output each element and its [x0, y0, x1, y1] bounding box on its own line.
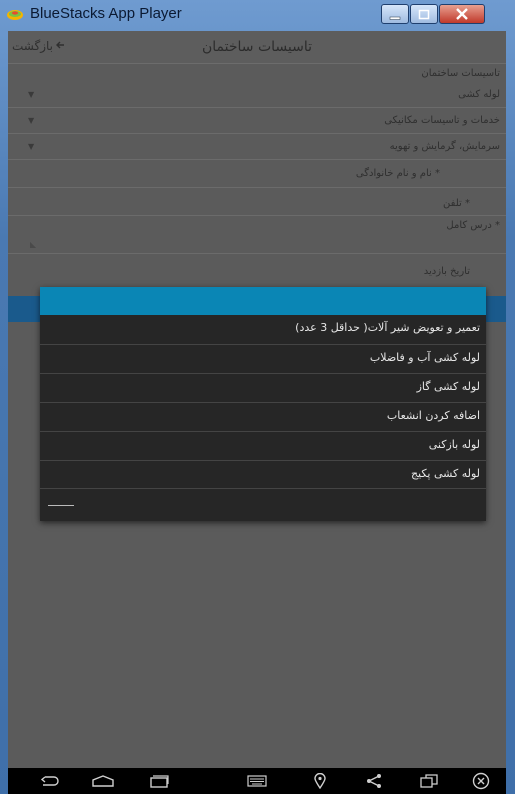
field-label: خدمات و تاسیسات مکانیکی [384, 115, 500, 126]
option-label: لوله کشی پکیج [410, 467, 480, 480]
field-visit-date-input[interactable]: تاریخ بازدید [8, 254, 506, 288]
field-label: نام و نام خانوادگی * [355, 168, 440, 179]
field-label: درس کامل * [446, 220, 500, 231]
dialog-option[interactable]: لوله کشی گاز [40, 373, 486, 402]
field-phone-input[interactable]: تلفن * [8, 188, 506, 216]
title-bar[interactable]: BlueStacks App Player [0, 0, 515, 30]
field-label: لوله کشی [458, 89, 500, 100]
dialog-option[interactable]: لوله کشی پکیج [40, 460, 486, 489]
recent-apps-icon[interactable] [144, 772, 174, 790]
section-header: تاسیسات ساختمان [8, 64, 506, 82]
home-icon[interactable] [88, 772, 118, 790]
action-bar: بازگشت تاسیسات ساختمان [8, 31, 506, 64]
resize-handle-icon: ◣ [30, 240, 37, 249]
android-screen: بازگشت تاسیسات ساختمان تاسیسات ساختمان ل… [8, 31, 506, 768]
share-icon[interactable] [364, 772, 384, 790]
field-label: تلفن * [443, 198, 470, 209]
section-label: تاسیسات ساختمان [421, 68, 500, 79]
window-frame: BlueStacks App Player بازگشت تاسیسات ساخ… [0, 0, 515, 794]
dialog-header [40, 287, 486, 315]
field-mechanical-dropdown[interactable]: خدمات و تاسیسات مکانیکی ▼ [8, 108, 506, 134]
option-label: اضافه کردن انشعاب [386, 409, 480, 422]
option-label: تعمیر و تعویض شیر آلات( حداقل 3 عدد) [295, 321, 480, 334]
field-fullname-input[interactable]: نام و نام خانوادگی * [8, 160, 506, 188]
options-dialog: تعمیر و تعویض شیر آلات( حداقل 3 عدد) لول… [40, 287, 486, 521]
field-plumbing-dropdown[interactable]: لوله کشی ▼ [8, 82, 506, 108]
window-title: BlueStacks App Player [30, 5, 182, 22]
location-icon[interactable] [310, 772, 330, 790]
maximize-button[interactable] [410, 4, 438, 24]
option-label: لوله کشی گاز [416, 380, 480, 393]
android-navigation-bar [8, 768, 506, 794]
bluestacks-logo-icon [6, 7, 24, 21]
screen-title: تاسیسات ساختمان [201, 39, 313, 55]
field-label: تاریخ بازدید [423, 266, 470, 277]
minimize-button[interactable] [381, 4, 409, 24]
field-label: سرمایش، گرمایش و تهویه [389, 141, 500, 152]
dropdown-arrow-icon: ▼ [28, 90, 35, 99]
maximize-icon [418, 5, 430, 24]
dialog-divider [48, 505, 74, 506]
close-icon [455, 5, 469, 24]
dropdown-arrow-icon: ▼ [28, 116, 35, 125]
dialog-option[interactable]: لوله کشی آب و فاضلاب [40, 344, 486, 373]
multi-window-icon[interactable] [418, 772, 440, 790]
dialog-option[interactable]: تعمیر و تعویض شیر آلات( حداقل 3 عدد) [40, 315, 486, 344]
dialog-option[interactable]: لوله بازکنی [40, 431, 486, 460]
field-address-input[interactable]: درس کامل * ◣ [8, 216, 506, 254]
close-button[interactable] [439, 4, 485, 24]
back-icon[interactable] [36, 772, 66, 790]
dropdown-arrow-icon: ▼ [28, 142, 35, 151]
close-app-icon[interactable] [470, 772, 492, 790]
keyboard-icon[interactable] [244, 772, 270, 790]
option-label: لوله کشی آب و فاضلاب [369, 351, 480, 364]
minimize-icon [389, 5, 401, 24]
option-label: لوله بازکنی [428, 438, 480, 451]
field-hvac-dropdown[interactable]: سرمایش، گرمایش و تهویه ▼ [8, 134, 506, 160]
dialog-option[interactable]: اضافه کردن انشعاب [40, 402, 486, 431]
